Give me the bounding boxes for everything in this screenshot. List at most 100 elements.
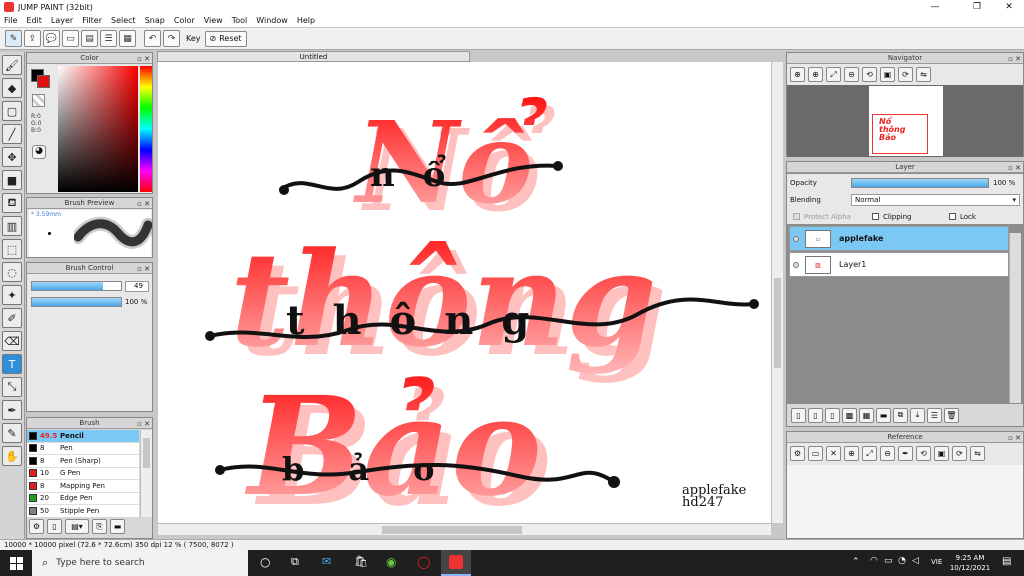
- menu-edit[interactable]: Edit: [26, 16, 42, 25]
- close-icon[interactable]: ✕: [994, 0, 1024, 14]
- tone-layer-icon[interactable]: ▦: [859, 407, 874, 423]
- layer-folder-icon[interactable]: ▬: [876, 407, 891, 423]
- blending-select[interactable]: Normal ▾: [851, 194, 1020, 206]
- rotate-left-icon[interactable]: ⟲: [862, 67, 877, 82]
- transparent-swatch[interactable]: [32, 94, 45, 107]
- reset-button[interactable]: ⊘ Reset: [204, 30, 247, 47]
- menu-window[interactable]: Window: [256, 16, 288, 25]
- task-view-icon[interactable]: ⧉: [291, 555, 299, 569]
- wifi-icon[interactable]: ◔: [898, 556, 906, 566]
- panel-close-icon[interactable]: ▫ ✕: [1008, 54, 1021, 65]
- brush-size-field[interactable]: 49: [125, 281, 149, 292]
- hue-slider[interactable]: [140, 66, 152, 192]
- new-layer-icon[interactable]: ▯: [791, 407, 806, 423]
- fill-rect-tool-icon[interactable]: ■: [2, 170, 22, 190]
- background-color-swatch[interactable]: [37, 75, 50, 88]
- eyedropper-tool-icon[interactable]: ✒: [2, 400, 22, 420]
- ref-eyedropper-icon[interactable]: ✒: [898, 446, 913, 461]
- folder-icon[interactable]: ▬: [110, 519, 125, 534]
- bucket-tool-icon[interactable]: ⛾: [2, 193, 22, 213]
- rotate-right-icon[interactable]: ⟳: [898, 67, 913, 82]
- visibility-icon[interactable]: [793, 261, 799, 268]
- hand-tool-icon[interactable]: ✋: [2, 446, 22, 466]
- menu-color[interactable]: Color: [174, 16, 195, 25]
- chat-icon[interactable]: ▭: [62, 30, 79, 47]
- halftone-layer-icon[interactable]: ▩: [842, 407, 857, 423]
- ref-flip-icon[interactable]: ⇋: [970, 446, 985, 461]
- vertical-scroll-thumb[interactable]: [774, 278, 781, 368]
- document-icon[interactable]: ▤: [81, 30, 98, 47]
- opera-icon[interactable]: ◯: [417, 555, 430, 569]
- layer-row-layer1[interactable]: ▨ Layer1: [789, 252, 1009, 277]
- menu-select[interactable]: Select: [111, 16, 136, 25]
- protect-alpha-checkbox[interactable]: [793, 213, 800, 220]
- magic-wand-tool-icon[interactable]: ✦: [2, 285, 22, 305]
- cortana-icon[interactable]: ○: [260, 555, 270, 569]
- comment-icon[interactable]: 💬: [43, 30, 60, 47]
- panel-close-icon[interactable]: ▫ ✕: [137, 264, 150, 275]
- notification-icon[interactable]: ▤: [1002, 556, 1011, 567]
- rect-tool-icon[interactable]: ▢: [2, 101, 22, 121]
- duplicate-layer-icon[interactable]: ⧉: [893, 407, 908, 423]
- network-icon[interactable]: ◠: [870, 556, 878, 566]
- app-green-icon[interactable]: ◉: [386, 555, 396, 569]
- share-icon[interactable]: ⇪: [24, 30, 41, 47]
- new-brush-icon[interactable]: ▯: [47, 519, 62, 534]
- canvas-horizontal-scrollbar[interactable]: [158, 523, 771, 535]
- clipping-checkbox[interactable]: [872, 213, 879, 220]
- brush-size-slider[interactable]: [31, 281, 122, 291]
- horizontal-scroll-thumb[interactable]: [382, 526, 522, 534]
- taskbar-search-box[interactable]: ⌕ Type here to search: [32, 550, 248, 576]
- list-icon[interactable]: ☰: [100, 30, 117, 47]
- panel-close-icon[interactable]: ▫ ✕: [1008, 163, 1021, 174]
- ref-fit-icon[interactable]: ⤢: [862, 446, 877, 461]
- menu-layer[interactable]: Layer: [51, 16, 73, 25]
- merge-layer-icon[interactable]: ⤓: [910, 407, 925, 423]
- brush-list-item[interactable]: 8 Pen: [27, 442, 139, 455]
- document-tab[interactable]: Untitled: [157, 51, 470, 62]
- pen-tool-icon[interactable]: ✎: [2, 423, 22, 443]
- navigator-viewport[interactable]: Nổ thông Bảo: [787, 85, 1023, 157]
- copy-brush-icon[interactable]: ⎘: [92, 519, 107, 534]
- menu-help[interactable]: Help: [297, 16, 315, 25]
- windows-start-icon[interactable]: [10, 557, 23, 570]
- panel-close-icon[interactable]: ▫ ✕: [137, 54, 150, 65]
- menu-tool[interactable]: Tool: [232, 16, 248, 25]
- brush-list-item[interactable]: 49.5 Pencil: [27, 430, 139, 443]
- gradient-tool-icon[interactable]: ▥: [2, 216, 22, 236]
- brush-settings-icon[interactable]: ⚙: [29, 519, 44, 534]
- brush-list-item[interactable]: 8 Pen (Sharp): [27, 455, 139, 468]
- menu-filter[interactable]: Filter: [82, 16, 102, 25]
- brush-opacity-slider[interactable]: [31, 297, 122, 307]
- eraser-tool-icon[interactable]: ◆: [2, 78, 22, 98]
- ref-rotate-left-icon[interactable]: ⟲: [916, 446, 931, 461]
- brush-list-scrollbar[interactable]: [140, 430, 152, 517]
- new-layer-1bit-icon[interactable]: ▯: [825, 407, 840, 423]
- canvas-vertical-scrollbar[interactable]: [771, 62, 783, 523]
- reference-viewport[interactable]: [787, 465, 1023, 538]
- menu-file[interactable]: File: [4, 16, 17, 25]
- zoom-icon[interactable]: ⊕: [790, 67, 805, 82]
- lock-checkbox[interactable]: [949, 213, 956, 220]
- move-tool-icon[interactable]: ✥: [2, 147, 22, 167]
- actual-size-icon[interactable]: ▣: [880, 67, 895, 82]
- undo-icon[interactable]: ↶: [144, 30, 161, 47]
- lasso-tool-icon[interactable]: ◌: [2, 262, 22, 282]
- grid-icon[interactable]: ▦: [119, 30, 136, 47]
- brush-list-item[interactable]: 10 G Pen: [27, 467, 139, 480]
- panel-close-icon[interactable]: ▫ ✕: [1008, 433, 1021, 444]
- layer-settings-icon[interactable]: ☰: [927, 407, 942, 423]
- mail-icon[interactable]: ✉: [322, 555, 331, 568]
- color-picker-square[interactable]: [58, 66, 138, 192]
- fit-icon[interactable]: ⤢: [826, 67, 841, 82]
- brush-menu-icon[interactable]: ▤▾: [65, 519, 89, 534]
- battery-icon[interactable]: ▭: [884, 556, 893, 566]
- transform-tool-icon[interactable]: ⤡: [2, 377, 22, 397]
- ref-zoom-out-icon[interactable]: ⊖: [880, 446, 895, 461]
- palette-icon[interactable]: ◕: [32, 145, 46, 159]
- minimize-icon[interactable]: —: [920, 0, 950, 14]
- select-eraser-tool-icon[interactable]: ⌫: [2, 331, 22, 351]
- text-tool-icon[interactable]: T: [2, 354, 22, 374]
- layer-opacity-slider[interactable]: [851, 178, 989, 188]
- brush-list-item[interactable]: 8 Mapping Pen: [27, 480, 139, 493]
